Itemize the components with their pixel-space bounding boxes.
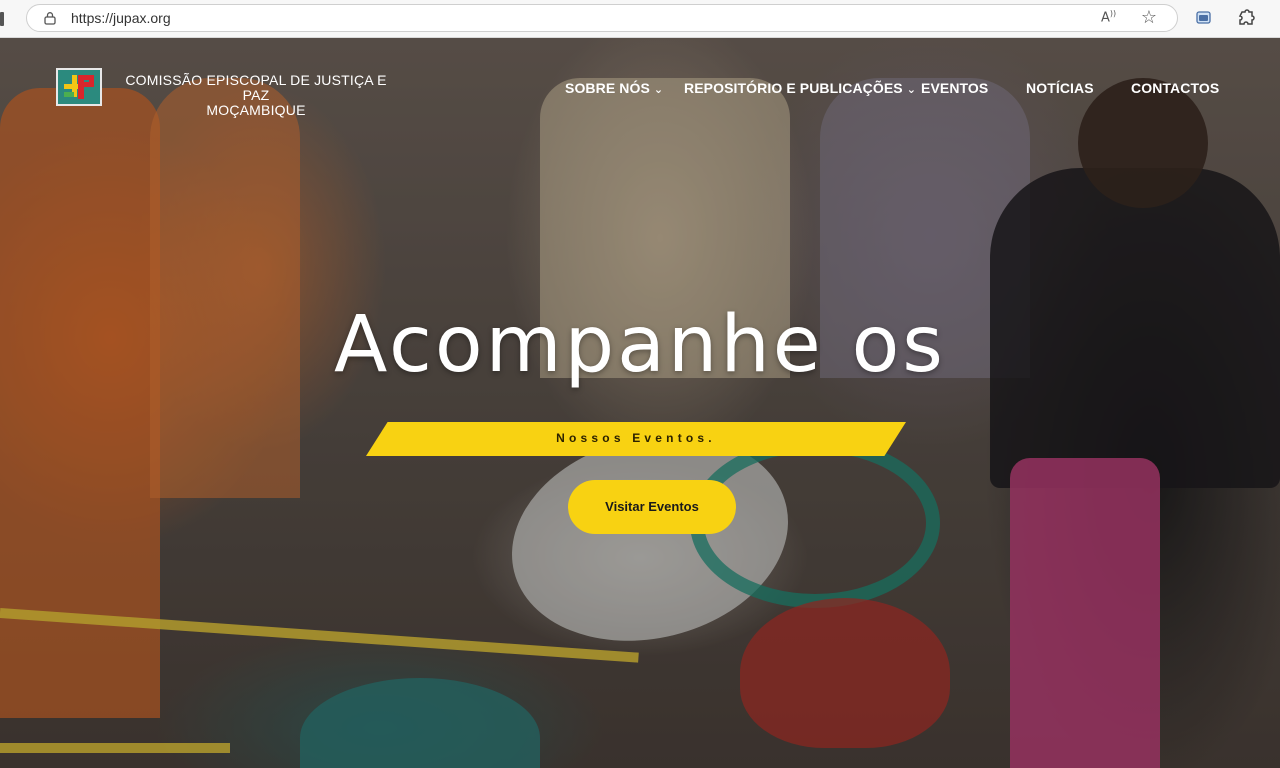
nav-item-label[interactable]: EVENTOS [921, 80, 988, 96]
chevron-down-icon[interactable]: ⌄ [907, 83, 916, 96]
sidebar-toggle-icon[interactable] [0, 12, 4, 26]
lock-icon[interactable] [43, 11, 57, 25]
nav-item-sobre-nos[interactable]: SOBRE NÓS ⌄ [565, 80, 663, 96]
nav-item-label[interactable]: NOTÍCIAS [1026, 80, 1094, 96]
nav-item-contactos[interactable]: CONTACTOS [1131, 80, 1219, 96]
address-bar[interactable]: https://jupax.org A)) ☆ [26, 4, 1178, 32]
nav-item-noticias[interactable]: NOTÍCIAS [1026, 80, 1094, 96]
hero-title: Acompanhe os [334, 300, 946, 390]
favorite-star-icon[interactable]: ☆ [1139, 8, 1159, 28]
hero-banner-text: Nossos Eventos. [556, 431, 716, 445]
main-navigation: SOBRE NÓS ⌄ REPOSITÓRIO E PUBLICAÇÕES ⌄ EV… [0, 80, 1280, 100]
collections-icon[interactable] [1194, 9, 1214, 27]
nav-item-label[interactable]: SOBRE NÓS [565, 80, 650, 96]
hero-banner: Nossos Eventos. [366, 422, 906, 456]
hero-section: COMISSÃO EPISCOPAL DE JUSTIÇA E PAZ MOÇA… [0, 38, 1280, 768]
site-name-line2[interactable]: MOÇAMBIQUE [111, 103, 401, 118]
nav-item-label[interactable]: REPOSITÓRIO E PUBLICAÇÕES [684, 80, 903, 96]
nav-item-label[interactable]: CONTACTOS [1131, 80, 1219, 96]
url-text[interactable]: https://jupax.org [71, 10, 171, 26]
read-aloud-icon[interactable]: A)) [1101, 9, 1121, 27]
chevron-down-icon[interactable]: ⌄ [654, 83, 663, 96]
nav-item-eventos[interactable]: EVENTOS [921, 80, 988, 96]
visit-events-button[interactable]: Visitar Eventos [568, 480, 736, 534]
nav-item-repositorio[interactable]: REPOSITÓRIO E PUBLICAÇÕES ⌄ [684, 80, 916, 96]
extensions-icon[interactable] [1236, 8, 1256, 28]
hero-overlay [0, 38, 1280, 768]
browser-toolbar: https://jupax.org A)) ☆ [0, 0, 1280, 38]
